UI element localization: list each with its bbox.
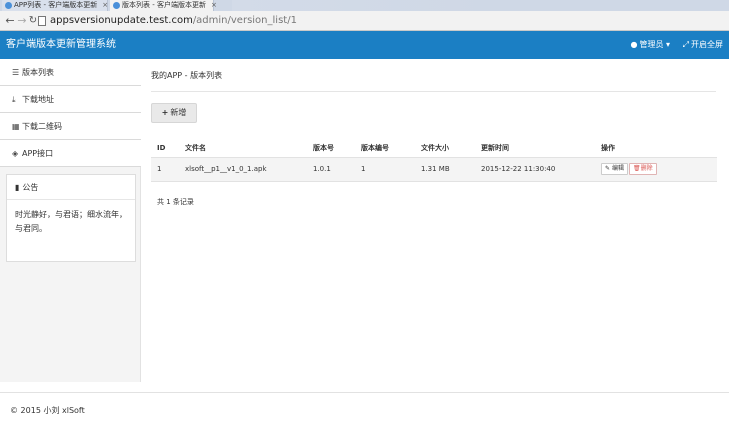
record-count: 共 1 条记录 — [157, 198, 194, 206]
cell-version-code: 1 — [355, 157, 415, 182]
notice-header: ▮ 公告 — [7, 175, 135, 200]
sidebar-item-label: APP接口 — [22, 149, 54, 158]
copyright-text: © 2015 小刘 xlSoft — [10, 406, 85, 415]
notice-panel: ▮ 公告 时光静好，与君语；细水流年，与君同。 — [6, 174, 136, 262]
cell-size: 1.31 MB — [415, 157, 475, 182]
notice-body: 时光静好，与君语；细水流年，与君同。 — [15, 210, 127, 233]
cell-version: 1.0.1 — [307, 157, 355, 182]
title-divider — [151, 91, 716, 92]
download-icon: ⤓ — [12, 95, 16, 104]
add-button[interactable]: + 新增 — [151, 103, 197, 123]
admin-menu[interactable]: ● 管理员 ▾ — [631, 40, 671, 50]
sidebar-item-app-api[interactable]: ◈ APP接口 — [0, 140, 141, 167]
admin-menu-label: 管理员 — [639, 40, 664, 49]
sidebar-item-download-url[interactable]: ⤓ 下载地址 — [0, 86, 141, 113]
browser-tab-app-list[interactable]: APP列表 - 客户端版本更新 × — [2, 0, 108, 11]
globe-icon — [113, 2, 120, 9]
app-header: 客户端版本更新管理系统 ● 管理员 ▾ ⤢ 开启全屏 — [0, 31, 729, 59]
fullscreen-label: 开启全屏 — [691, 40, 723, 49]
browser-tab-version-list[interactable]: 版本列表 - 客户端版本更新 × — [110, 0, 217, 11]
cell-filename: xlsoft__p1__v1_0_1.apk — [179, 157, 307, 182]
delete-label: 删除 — [640, 165, 653, 172]
table-row: 1 xlsoft__p1__v1_0_1.apk 1.0.1 1 1.31 MB… — [151, 157, 717, 182]
list-icon: ☰ — [12, 68, 20, 77]
add-button-label: 新增 — [170, 108, 187, 117]
cell-updated: 2015-12-22 11:30:40 — [475, 157, 595, 182]
url-host: appsversionupdate.test.com — [50, 15, 193, 26]
column-header-version: 版本号 — [307, 139, 355, 158]
address-bar: ← → ↻ appsversionupdate.test.com/admin/v… — [0, 11, 729, 31]
fullscreen-button[interactable]: ⤢ 开启全屏 — [683, 40, 723, 50]
tab-title: APP列表 - 客户端版本更新 — [14, 1, 98, 9]
sidebar-item-label: 下载二维码 — [22, 122, 62, 131]
delete-button[interactable]: 🗑删除 — [628, 163, 657, 175]
column-header-actions: 操作 — [595, 139, 717, 158]
qrcode-icon: ▦ — [12, 122, 20, 131]
plus-icon: + — [161, 108, 169, 117]
tab-title: 版本列表 - 客户端版本更新 — [122, 1, 206, 9]
column-header-version-code: 版本编号 — [355, 139, 415, 158]
browser-tab-strip: APP列表 - 客户端版本更新 × 版本列表 - 客户端版本更新 × — [0, 0, 729, 11]
page-icon — [38, 16, 46, 26]
background-tabs — [232, 0, 492, 11]
edit-icon: ✎ — [605, 165, 611, 172]
cell-id: 1 — [151, 157, 179, 182]
url-field[interactable]: appsversionupdate.test.com/admin/version… — [50, 14, 297, 28]
sidebar-item-label: 下载地址 — [22, 95, 54, 104]
header-actions: ● 管理员 ▾ ⤢ 开启全屏 — [621, 40, 724, 50]
main-content: 我的APP - 版本列表 + 新增 ID 文件名 版本号 版本编号 文件大小 更新… — [141, 59, 729, 382]
sidebar-item-qrcode[interactable]: ▦ 下载二维码 — [0, 113, 141, 140]
back-icon[interactable]: ← — [4, 14, 16, 28]
cell-actions: ✎ 编辑 🗑删除 — [595, 157, 717, 182]
url-path: /admin/version_list/1 — [192, 15, 297, 26]
expand-icon: ⤢ — [682, 40, 689, 49]
bookmark-icon: ▮ — [15, 183, 20, 192]
globe-icon — [5, 2, 12, 9]
sidebar-item-label: 版本列表 — [22, 68, 54, 77]
notice-title: 公告 — [22, 183, 39, 192]
column-header-filename: 文件名 — [179, 139, 307, 158]
column-header-updated: 更新时间 — [475, 139, 595, 158]
close-icon[interactable]: × — [211, 1, 217, 9]
user-icon: ● — [630, 40, 638, 49]
page-title: 我的APP - 版本列表 — [151, 71, 223, 80]
close-icon[interactable]: × — [102, 1, 108, 9]
cube-icon: ◈ — [12, 149, 19, 158]
edit-label: 编辑 — [611, 165, 624, 172]
sidebar: ☰ 版本列表 ⤓ 下载地址 ▦ 下载二维码 ◈ APP接口 ▮ 公告 时光静好，与君语；细… — [0, 59, 141, 382]
column-header-size: 文件大小 — [415, 139, 475, 158]
version-table: ID 文件名 版本号 版本编号 文件大小 更新时间 操作 1 xlsoft__p… — [151, 139, 717, 182]
app-brand[interactable]: 客户端版本更新管理系统 — [6, 38, 116, 52]
trash-icon: 🗑 — [632, 165, 641, 172]
column-header-id: ID — [151, 139, 179, 158]
sidebar-item-version-list[interactable]: ☰ 版本列表 — [0, 59, 141, 86]
footer: © 2015 小刘 xlSoft — [0, 392, 729, 434]
table-header-row: ID 文件名 版本号 版本编号 文件大小 更新时间 操作 — [151, 139, 717, 158]
caret-down-icon: ▾ — [666, 40, 671, 49]
edit-button[interactable]: ✎ 编辑 — [601, 163, 628, 175]
